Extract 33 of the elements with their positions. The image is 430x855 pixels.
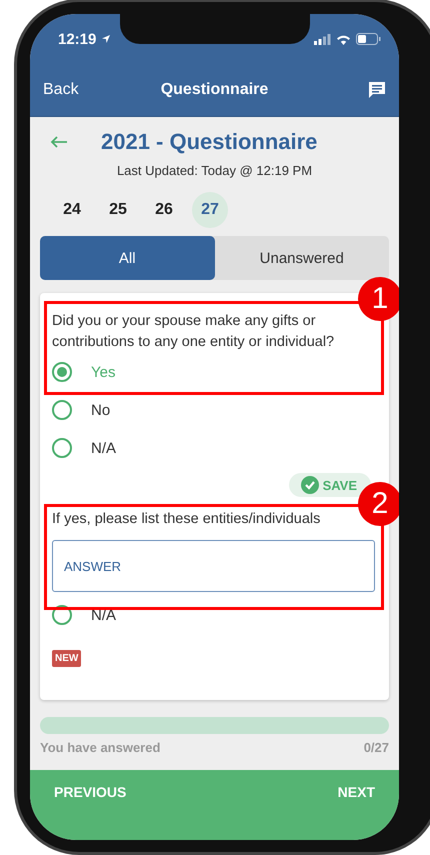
page-number[interactable]: 25 (100, 192, 136, 228)
filter-tab[interactable]: Unanswered (214, 236, 389, 280)
questionnaire-title: 2021 - Questionnaire (101, 129, 318, 155)
chat-icon[interactable] (367, 80, 387, 100)
location-icon (101, 34, 112, 44)
radio-button[interactable] (52, 438, 72, 458)
screen-title: Questionnaire (160, 81, 270, 99)
answer-field[interactable]: ANSWER (52, 540, 375, 592)
page-number[interactable]: 24 (54, 192, 90, 228)
signal-icon (314, 34, 331, 44)
last-updated: Last Updated: Today @ 12:19 PM (116, 163, 314, 178)
back-arrow-icon[interactable] (50, 136, 68, 148)
option-label: N/A (91, 440, 116, 456)
status-time: 12:19 (58, 30, 96, 48)
filter-tab[interactable]: All (40, 236, 214, 280)
page-number[interactable]: 27 (192, 192, 228, 228)
saved-badge: SAVE (288, 473, 371, 497)
option-label: N/A (91, 606, 116, 624)
option-label: No (91, 402, 110, 418)
new-badge: NEW (52, 650, 82, 667)
annotation-number: 1 (358, 277, 399, 321)
wifi-icon (336, 34, 351, 44)
battery-icon (356, 33, 381, 45)
progress-label: You have answered (40, 740, 160, 755)
progress-count: 0/27 (364, 740, 389, 755)
question-text: If yes, please list these entities/individuals (52, 510, 322, 529)
page-number[interactable]: 26 (146, 192, 182, 228)
radio-button[interactable] (52, 362, 72, 382)
question-text: Did you or your spouse make any gifts or contributions to any one entity or individual? (52, 312, 336, 352)
option-label: Yes (91, 364, 116, 380)
back-button[interactable]: Back (43, 81, 79, 99)
radio-button[interactable] (52, 400, 72, 420)
radio-button[interactable] (52, 605, 72, 625)
